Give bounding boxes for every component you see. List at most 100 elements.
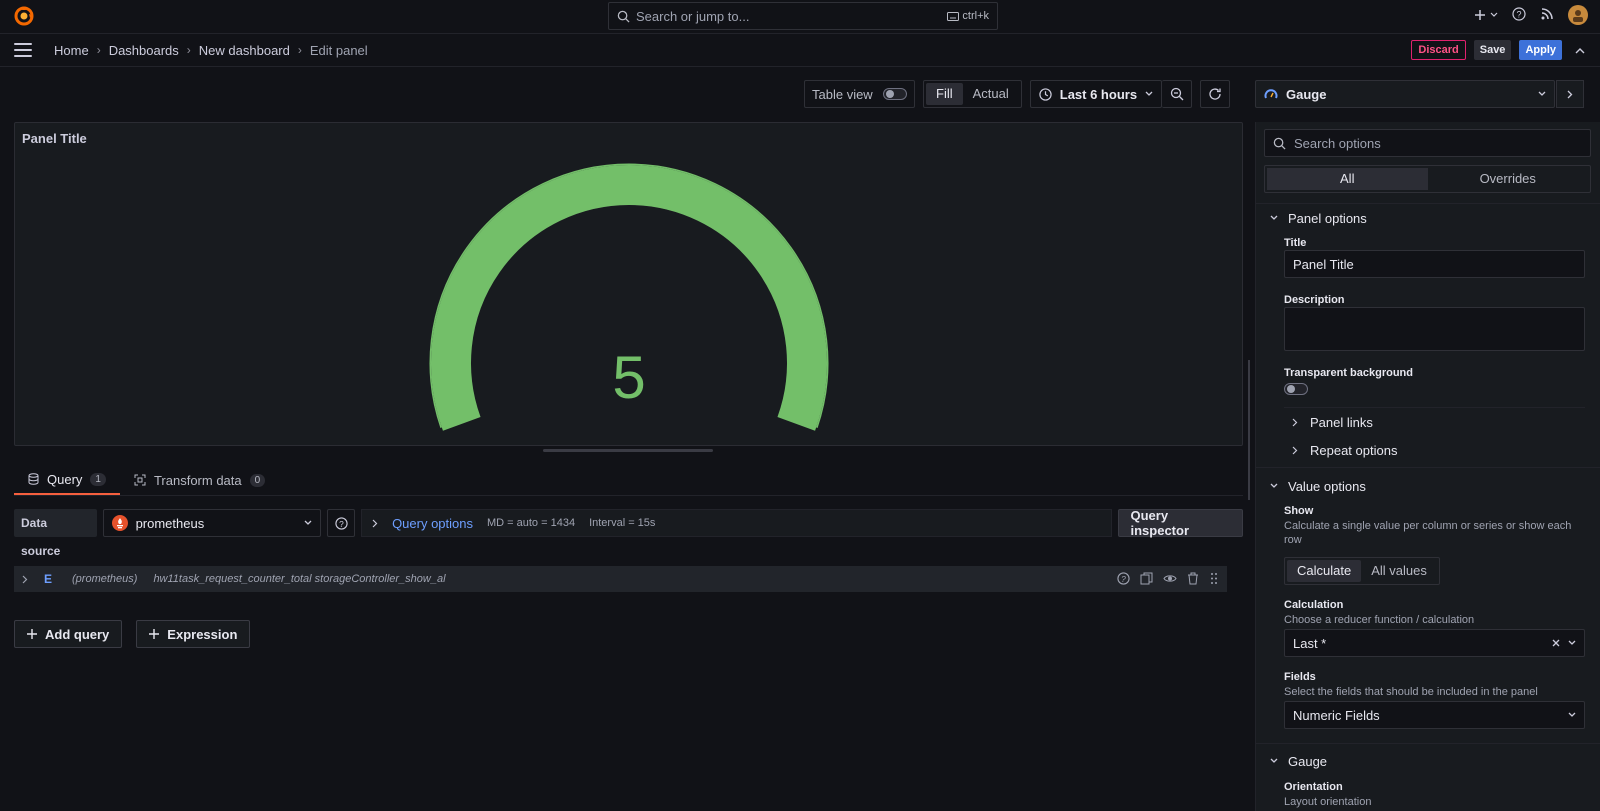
tab-overrides[interactable]: Overrides: [1428, 168, 1589, 190]
chevron-right-icon: [1567, 90, 1573, 98]
clear-icon[interactable]: [1552, 639, 1560, 647]
transparent-background-switch[interactable]: [1284, 383, 1308, 395]
chevron-down-icon: [1538, 91, 1546, 96]
query-row[interactable]: E (prometheus) hw11task_request_counter_…: [14, 566, 1227, 592]
panel-toolbar: Table view Fill Actual Last 6 hours: [804, 80, 1231, 108]
query-tabs: Query 1 Transform data 0: [14, 465, 279, 495]
search-icon: [617, 10, 630, 23]
description-textarea[interactable]: [1284, 307, 1585, 351]
table-view-toggle[interactable]: Table view: [804, 80, 915, 108]
chevron-down-icon: [1270, 215, 1278, 220]
svg-text:?: ?: [1516, 9, 1521, 19]
query-interval: Interval = 15s: [589, 517, 656, 529]
query-ref-id[interactable]: E: [44, 572, 52, 586]
grafana-logo-icon[interactable]: [14, 6, 34, 26]
prometheus-icon: [111, 515, 128, 531]
chevron-right-icon: [1292, 446, 1298, 455]
breadcrumb-separator-icon: ›: [186, 43, 191, 57]
search-placeholder: Search or jump to...: [636, 8, 750, 24]
add-query-button[interactable]: Add query: [14, 620, 123, 648]
tab-all[interactable]: All: [1267, 168, 1428, 190]
breadcrumb-separator-icon: ›: [297, 43, 302, 57]
fields-label: Fields: [1284, 671, 1316, 683]
discard-button[interactable]: Discard: [1411, 40, 1466, 60]
section-gauge[interactable]: Gauge: [1270, 751, 1327, 771]
datasource-picker[interactable]: prometheus: [102, 509, 322, 537]
section-gauge-label: Gauge: [1288, 753, 1328, 769]
visualization-picker[interactable]: Gauge: [1255, 80, 1555, 108]
drag-handle-icon[interactable]: [1209, 572, 1219, 585]
time-range-label: Last 6 hours: [1059, 86, 1138, 102]
show-label: Show: [1284, 505, 1314, 517]
fill-option[interactable]: Fill: [926, 83, 963, 105]
section-value-options[interactable]: Value options: [1270, 476, 1366, 496]
search-icon: [1273, 137, 1286, 150]
add-expression-button[interactable]: Expression: [136, 620, 251, 648]
options-list: Search options All Overrides Panel optio…: [1255, 122, 1600, 811]
search-input[interactable]: Search or jump to... ctrl+k: [608, 2, 998, 30]
vertical-resize-handle[interactable]: [1248, 360, 1250, 500]
menu-icon[interactable]: [14, 43, 32, 57]
datasource-help-button[interactable]: ?: [327, 509, 356, 537]
section-repeat-options[interactable]: Repeat options: [1292, 443, 1397, 458]
chevron-down-icon: [1145, 91, 1153, 96]
show-all-values-option[interactable]: All values: [1361, 560, 1437, 582]
zoom-out-icon: [1170, 87, 1184, 101]
chevron-right-icon[interactable]: [22, 575, 28, 584]
options-pane: Gauge Search options All Overrides Panel…: [1255, 80, 1600, 811]
top-bar: Search or jump to... ctrl+k ?: [0, 0, 1600, 32]
breadcrumb-home[interactable]: Home: [54, 43, 89, 58]
plus-icon: [27, 629, 37, 639]
calculation-select[interactable]: Last *: [1284, 629, 1585, 657]
breadcrumb-dashboards[interactable]: Dashboards: [109, 43, 179, 58]
refresh-button[interactable]: [1200, 80, 1231, 108]
calculation-value: Last *: [1293, 635, 1327, 651]
time-range-picker[interactable]: Last 6 hours: [1029, 80, 1163, 108]
calculation-label: Calculation: [1284, 599, 1344, 611]
save-button[interactable]: Save: [1473, 40, 1512, 60]
title-input-value: Panel Title: [1293, 256, 1354, 272]
news-feed-icon[interactable]: [1540, 7, 1554, 24]
repeat-options-label: Repeat options: [1310, 443, 1398, 458]
section-panel-links[interactable]: Panel links: [1292, 415, 1373, 430]
panel-preview[interactable]: Panel Title 5: [14, 122, 1243, 446]
help-icon: ?: [334, 516, 348, 530]
trash-icon[interactable]: [1187, 572, 1199, 585]
query-options-link[interactable]: Query options: [392, 516, 473, 531]
add-query-label: Add query: [45, 626, 110, 642]
add-new-button[interactable]: [1474, 9, 1498, 21]
add-query-row: Add query Expression: [14, 620, 251, 648]
duplicate-icon[interactable]: [1140, 572, 1153, 585]
show-calculate-option[interactable]: Calculate: [1287, 560, 1362, 582]
options-tabs: All Overrides: [1264, 165, 1591, 193]
svg-text:?: ?: [1121, 574, 1126, 584]
clock-icon: [1039, 87, 1052, 101]
panel-resize-handle[interactable]: [543, 449, 713, 452]
title-input[interactable]: Panel Title: [1284, 250, 1585, 278]
actual-option[interactable]: Actual: [963, 83, 1019, 105]
zoom-out-button[interactable]: [1162, 80, 1193, 108]
user-avatar[interactable]: [1568, 5, 1588, 25]
query-options-bar[interactable]: Query options MD = auto = 1434 Interval …: [361, 509, 1112, 537]
tab-transform-data[interactable]: Transform data 0: [120, 465, 279, 495]
options-search-input[interactable]: Search options: [1264, 129, 1591, 157]
tab-query[interactable]: Query 1: [14, 465, 120, 495]
collapse-chevron-up-icon[interactable]: [1570, 40, 1590, 60]
chevron-right-icon: [372, 519, 378, 527]
options-search-placeholder: Search options: [1294, 135, 1381, 151]
tab-query-label: Query: [47, 471, 83, 487]
apply-button[interactable]: Apply: [1519, 40, 1562, 60]
fields-value: Numeric Fields: [1293, 707, 1380, 723]
query-row-actions: ?: [1117, 572, 1219, 585]
close-options-button[interactable]: [1556, 80, 1584, 108]
query-inspector-button[interactable]: Query inspector: [1117, 508, 1243, 538]
help-icon[interactable]: ?: [1512, 6, 1526, 24]
max-data-points: MD = auto = 1434: [487, 517, 576, 529]
table-view-switch[interactable]: [882, 88, 907, 100]
breadcrumb-new-dashboard[interactable]: New dashboard: [199, 43, 290, 58]
show-mode-toggle: Calculate All values: [1284, 557, 1440, 585]
help-icon[interactable]: ?: [1117, 572, 1130, 585]
section-panel-options[interactable]: Panel options: [1270, 208, 1367, 228]
eye-icon[interactable]: [1163, 572, 1177, 585]
fields-select[interactable]: Numeric Fields: [1284, 701, 1585, 729]
